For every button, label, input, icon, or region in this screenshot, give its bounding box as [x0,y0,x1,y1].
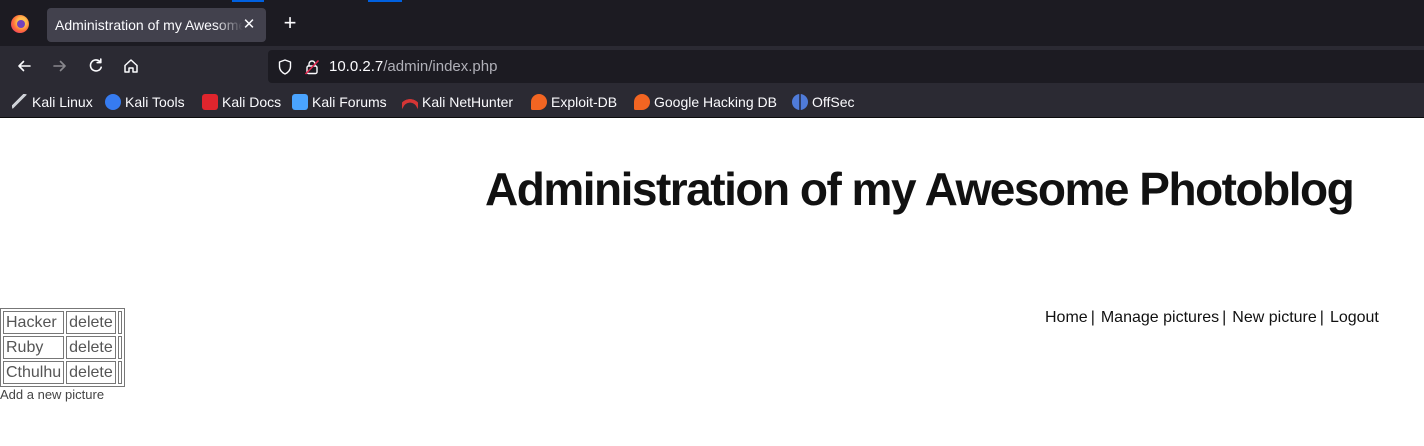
bookmark-kali-nethunter[interactable]: Kali NetHunter [402,93,513,111]
page-title: Administration of my Awesome Photoblog [485,163,1355,215]
menu-separator: | [1090,309,1095,326]
kali-forums-icon [292,94,308,110]
bookmark-label: Kali NetHunter [422,94,514,110]
tab-accent [368,0,402,2]
add-picture-link[interactable]: Add a new picture [0,387,104,402]
close-icon[interactable]: ✕ [239,15,259,35]
empty-cell [117,336,122,359]
plus-icon[interactable]: + [279,12,301,34]
shield-icon[interactable] [276,58,294,76]
tab-accent [232,0,264,2]
menu-separator: | [1222,309,1227,326]
bookmark-exploit-db[interactable]: Exploit-DB [531,93,617,111]
pictures-table: Hacker delete Ruby delete Cthulhu delete [0,308,125,387]
table-row: Ruby delete [3,336,122,359]
url-host: 10.0.2.7 [329,58,384,75]
table-row: Hacker delete [3,311,122,334]
bookmark-label: Exploit-DB [551,94,618,110]
bookmark-label: OffSec [812,94,855,110]
picture-name: Hacker [3,311,65,334]
empty-cell [117,361,122,384]
bookmark-offsec[interactable]: OffSec [792,93,855,111]
kali-tools-icon [105,94,121,110]
bookmark-label: Kali Docs [222,94,282,110]
url-text[interactable]: 10.0.2.7/admin/index.php [329,58,497,75]
delete-link[interactable]: delete [66,311,116,334]
bookmark-label: Kali Tools [125,94,185,110]
bookmark-kali-linux[interactable]: Kali Linux [12,93,93,111]
forward-arrow-icon[interactable] [48,54,72,78]
bookmark-kali-forums[interactable]: Kali Forums [292,93,387,111]
picture-name: Ruby [3,336,65,359]
delete-link[interactable]: delete [66,336,116,359]
admin-menu: Home | Manage pictures | New picture | Logout [1045,309,1379,327]
picture-name: Cthulhu [3,361,65,384]
menu-logout-link[interactable]: Logout [1330,309,1379,326]
menu-home-link[interactable]: Home [1045,309,1088,326]
bookmarks-toolbar: Kali Linux Kali Tools Kali Docs Kali For… [0,87,1424,118]
kali-docs-icon [202,94,218,110]
url-path: /admin/index.php [383,58,498,75]
insecure-lock-icon[interactable] [303,58,321,76]
url-bar[interactable]: 10.0.2.7/admin/index.php [268,50,1424,83]
delete-link[interactable]: delete [66,361,116,384]
bookmark-label: Google Hacking DB [654,94,777,110]
empty-cell [117,311,122,334]
firefox-icon[interactable] [11,15,29,33]
bookmark-kali-docs[interactable]: Kali Docs [202,93,281,111]
tab-bar: Administration of my Awesome Photoblog ✕… [0,0,1424,46]
table-row: Cthulhu delete [3,361,122,384]
back-arrow-icon[interactable] [12,54,36,78]
bookmark-label: Kali Forums [312,94,387,110]
navigation-bar: 10.0.2.7/admin/index.php [0,46,1424,87]
exploit-db-icon [531,94,547,110]
tab-active[interactable]: Administration of my Awesome Photoblog ✕ [47,8,266,42]
menu-separator: | [1319,309,1324,326]
bookmark-label: Kali Linux [32,94,93,110]
menu-manage-pictures-link[interactable]: Manage pictures [1101,309,1219,326]
menu-new-picture-link[interactable]: New picture [1232,309,1316,326]
bookmark-kali-tools[interactable]: Kali Tools [105,93,185,111]
bookmark-google-hacking-db[interactable]: Google Hacking DB [634,93,777,111]
reload-icon[interactable] [84,54,108,78]
offsec-icon [792,94,808,110]
nethunter-icon [402,94,418,110]
page-content: Administration of my Awesome Photoblog H… [0,118,1424,446]
tab-title: Administration of my Awesome Photoblog [55,17,243,33]
ghdb-icon [634,94,650,110]
kali-dragon-icon [12,94,28,110]
home-icon[interactable] [119,54,143,78]
